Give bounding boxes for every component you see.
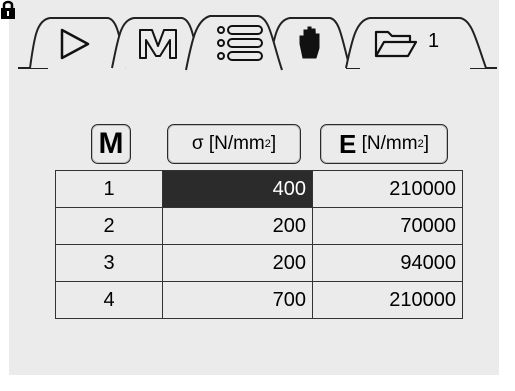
material-number-cell[interactable]: 3	[55, 244, 163, 282]
sigma-cell[interactable]: 400	[162, 170, 313, 208]
e-modulus-column-header: E [N/mm 2]	[320, 124, 448, 164]
e-modulus-cell[interactable]: 70000	[312, 207, 463, 245]
tab-play[interactable]	[29, 17, 127, 69]
table-row: 4 700 210000	[55, 281, 463, 319]
sigma-cell[interactable]: 700	[162, 281, 313, 319]
e-modulus-cell[interactable]: 210000	[312, 281, 463, 319]
sigma-cell[interactable]: 200	[162, 244, 313, 282]
e-modulus-cell[interactable]: 210000	[312, 170, 463, 208]
material-number-cell[interactable]: 2	[55, 207, 163, 245]
material-number-cell[interactable]: 4	[55, 281, 163, 319]
table-row: 3 200 94000	[55, 244, 463, 282]
table-row: 2 200 70000	[55, 207, 463, 245]
tab-folder[interactable]	[345, 17, 487, 69]
table-row: 1 400 210000	[55, 170, 463, 208]
material-table: 1 400 210000 2 200 70000 3 200 94000 4 7…	[55, 170, 463, 319]
tab-manual[interactable]	[267, 17, 351, 69]
sigma-cell[interactable]: 200	[162, 207, 313, 245]
folder-tab-number: 1	[428, 30, 440, 52]
material-number-cell[interactable]: 1	[55, 170, 163, 208]
material-column-header: M	[91, 124, 131, 164]
e-modulus-cell[interactable]: 94000	[312, 244, 463, 282]
tab-material[interactable]	[111, 17, 201, 69]
padlock-icon	[1, 0, 15, 19]
tab-bar: 1	[0, 0, 515, 78]
tab-list[interactable]	[185, 15, 283, 71]
sigma-column-header: σ [N/mm 2]	[167, 124, 301, 164]
